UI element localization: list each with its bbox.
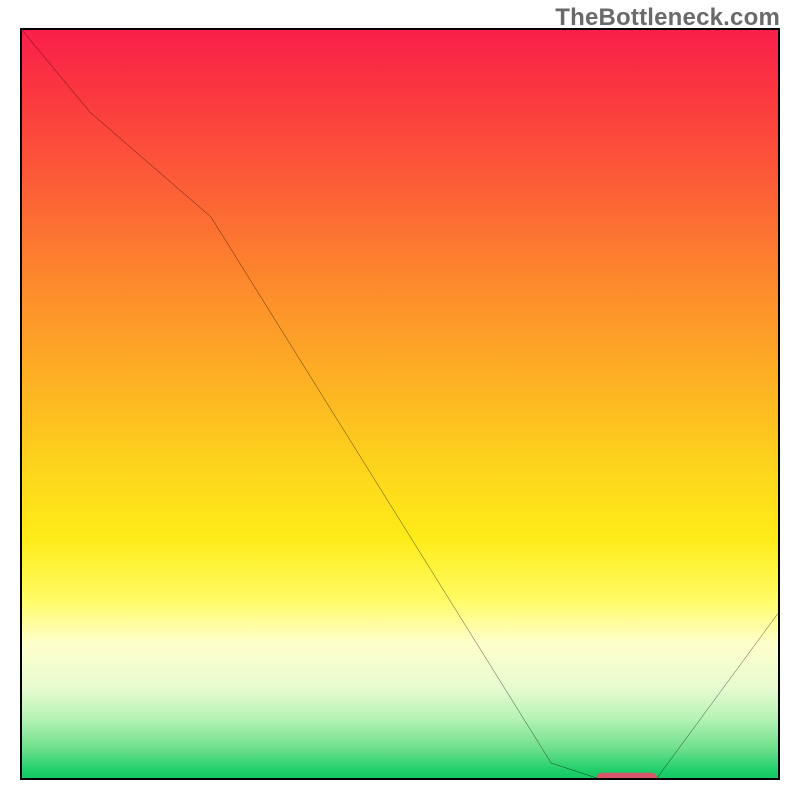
bottleneck-curve	[22, 30, 778, 778]
chart-overlay	[22, 30, 778, 778]
optimal-zone-marker	[597, 773, 657, 780]
bottleneck-chart: TheBottleneck.com	[0, 0, 800, 800]
plot-area	[20, 28, 780, 780]
